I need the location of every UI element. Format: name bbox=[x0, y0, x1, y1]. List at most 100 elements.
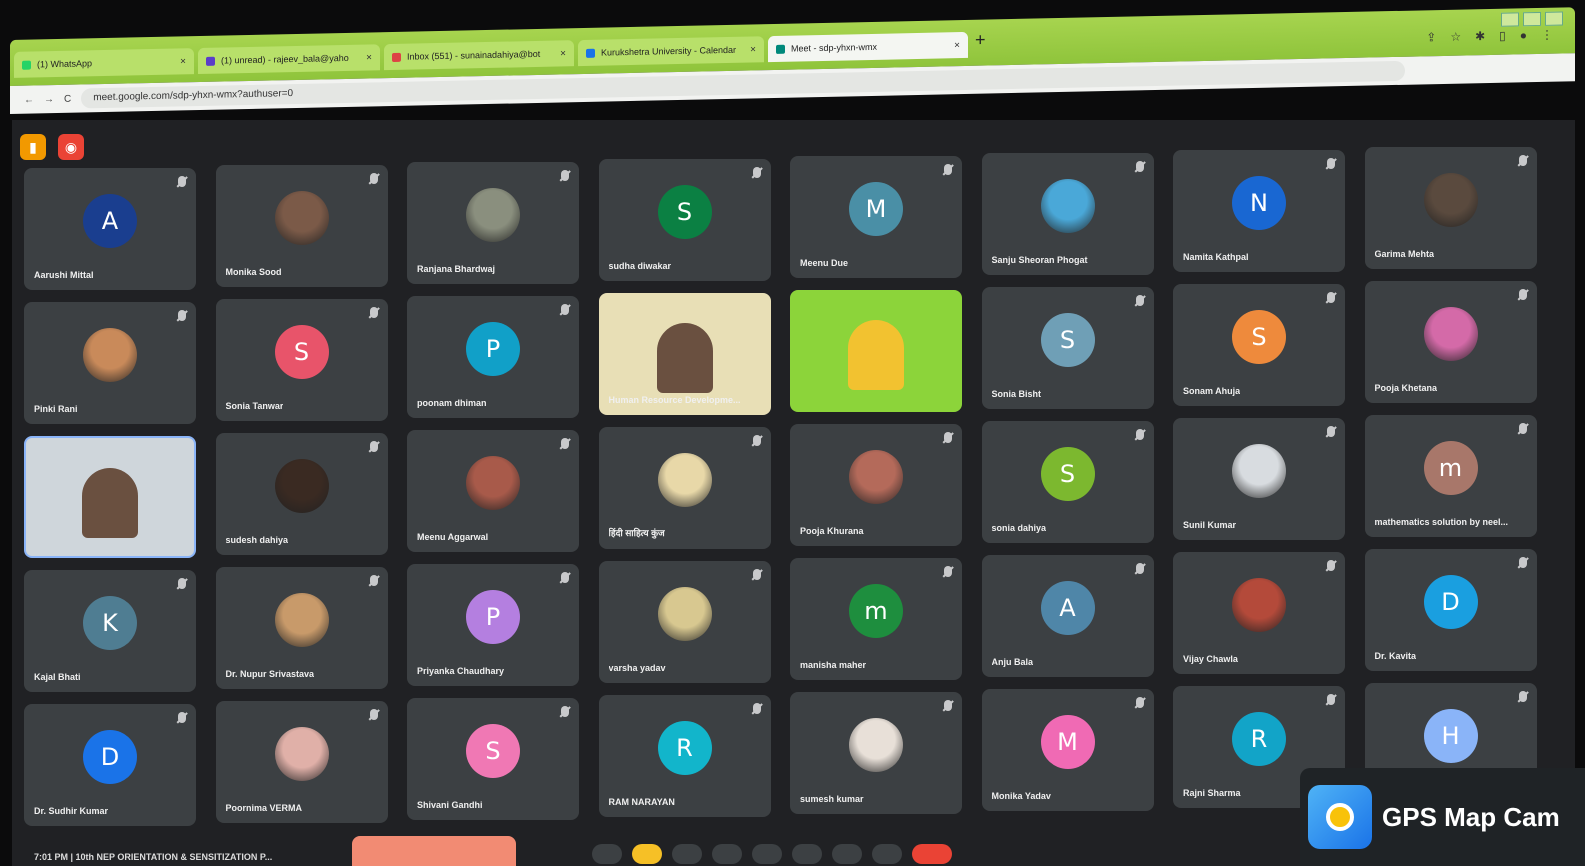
avatar: D bbox=[1423, 575, 1478, 629]
participant-tile[interactable]: Pinki Rani bbox=[24, 302, 196, 424]
participant-tile[interactable]: R RAM NARAYAN bbox=[598, 695, 771, 817]
tab-inbox[interactable]: Inbox (551) - sunainadahiya@bot × bbox=[384, 40, 574, 71]
mic-button[interactable] bbox=[592, 844, 622, 864]
profile-icon[interactable]: ● bbox=[1520, 28, 1527, 42]
participant-tile[interactable]: S Shivani Gandhi bbox=[407, 698, 579, 820]
participant-tile[interactable]: हिंदी साहित्य कुंज bbox=[598, 427, 771, 549]
participant-name: Dr. Nupur Srivastava bbox=[225, 669, 315, 679]
participant-tile[interactable]: m manisha maher bbox=[790, 558, 962, 680]
forward-icon[interactable]: → bbox=[44, 94, 54, 105]
participant-tile[interactable]: M Monika Yadav bbox=[981, 689, 1154, 811]
back-icon[interactable]: ← bbox=[24, 94, 34, 105]
participant-tile[interactable]: D Dr. Sudhir Kumar bbox=[24, 704, 196, 826]
participant-tile[interactable]: Garima Mehta bbox=[1364, 147, 1537, 269]
participant-name: Ranjana Bhardwaj bbox=[417, 264, 496, 274]
more-options-button[interactable] bbox=[832, 844, 862, 864]
participant-tile[interactable]: Sunil Kumar bbox=[1173, 418, 1345, 540]
participant-tile[interactable]: Pooja Khetana bbox=[1364, 281, 1537, 403]
tab-label: Meet - sdp-yhxn-wmx bbox=[791, 41, 878, 54]
minimize-button[interactable] bbox=[1501, 12, 1519, 27]
leave-call-button[interactable] bbox=[912, 844, 952, 864]
whatsapp-icon bbox=[22, 60, 31, 70]
avatar-photo bbox=[1232, 444, 1286, 498]
participant-tile[interactable]: varsha yadav bbox=[598, 561, 771, 683]
participant-tile[interactable]: Meenu Aggarwal bbox=[407, 430, 579, 552]
avatar-photo bbox=[83, 328, 137, 382]
maximize-button[interactable] bbox=[1523, 11, 1541, 27]
watermark-label: GPS Map Cam bbox=[1382, 801, 1560, 832]
participant-tile[interactable]: A Aarushi Mittal bbox=[24, 168, 196, 290]
present-button[interactable] bbox=[752, 844, 782, 864]
tab-mail-yahoo[interactable]: (1) unread) - rajeev_bala@yaho × bbox=[198, 44, 380, 75]
participant-tile[interactable]: S Sonia Tanwar bbox=[215, 299, 388, 421]
avatar-photo bbox=[1423, 173, 1478, 227]
star-icon[interactable]: ☆ bbox=[1450, 30, 1461, 44]
participant-name: Sunil Kumar bbox=[1183, 520, 1237, 530]
recording-icon[interactable]: ◉ bbox=[58, 134, 84, 160]
mic-off-icon bbox=[1135, 563, 1144, 574]
close-icon[interactable]: × bbox=[750, 44, 756, 55]
tab-university[interactable]: Kurukshetra University - Calendar × bbox=[578, 36, 764, 67]
mic-off-icon bbox=[1135, 161, 1144, 172]
close-icon[interactable]: × bbox=[954, 40, 960, 51]
avatar-photo bbox=[466, 188, 520, 242]
mic-off-icon bbox=[561, 170, 569, 181]
new-tab-button[interactable]: + bbox=[975, 30, 986, 51]
participant-tile[interactable]: Vijay Chawla bbox=[1173, 552, 1345, 674]
participant-tile[interactable]: Human Resource Developme... bbox=[598, 293, 771, 415]
avatar-photo bbox=[274, 593, 329, 647]
participant-tile[interactable]: Ssudha diwakar bbox=[598, 159, 771, 281]
emoji-button[interactable] bbox=[712, 844, 742, 864]
participant-name: Sonam Ahuja bbox=[1183, 386, 1241, 396]
participant-name: Namita Kathpal bbox=[1183, 252, 1249, 262]
close-window-button[interactable] bbox=[1545, 11, 1563, 26]
camera-button[interactable] bbox=[632, 844, 662, 864]
participant-tile[interactable]: sumesh kumar bbox=[790, 692, 962, 814]
mic-off-icon bbox=[1327, 694, 1335, 705]
participant-tile[interactable]: Ssonia dahiya bbox=[981, 421, 1154, 543]
participant-tile[interactable]: K Kajal Bhati bbox=[24, 570, 196, 692]
captions-button[interactable] bbox=[672, 844, 702, 864]
avatar: S bbox=[274, 325, 329, 379]
menu-icon[interactable]: ⋮ bbox=[1541, 28, 1553, 42]
avatar-photo bbox=[466, 456, 520, 510]
participant-name: Shivani Gandhi bbox=[417, 800, 483, 810]
inbox-icon bbox=[392, 52, 401, 62]
avatar: m bbox=[1423, 441, 1478, 495]
presentation-banner[interactable] bbox=[352, 836, 516, 866]
participant-tile[interactable] bbox=[790, 290, 962, 412]
participant-tile[interactable]: sudesh dahiya bbox=[215, 433, 388, 555]
participant-tile[interactable]: Sanju Sheoran Phogat bbox=[981, 153, 1154, 275]
participant-tile[interactable]: m mathematics solution by neel... bbox=[1364, 415, 1537, 537]
activities-icon[interactable]: ▮ bbox=[20, 134, 46, 160]
participant-name: Monika Sood bbox=[225, 267, 282, 277]
participant-tile[interactable]: Dr. Nupur Srivastava bbox=[215, 567, 388, 689]
sidepanel-icon[interactable]: ▯ bbox=[1499, 29, 1506, 43]
participant-tile[interactable]: M Meenu Due bbox=[790, 156, 962, 278]
participant-tile[interactable]: N Namita Kathpal bbox=[1173, 150, 1345, 272]
close-icon[interactable]: × bbox=[366, 52, 372, 63]
participant-tile[interactable]: S Sonam Ahuja bbox=[1173, 284, 1345, 406]
close-icon[interactable]: × bbox=[560, 48, 566, 59]
tab-whatsapp[interactable]: (1) WhatsApp × bbox=[14, 48, 194, 78]
tab-meet[interactable]: Meet - sdp-yhxn-wmx × bbox=[768, 31, 968, 63]
participant-tile[interactable]: Ranjana Bhardwaj bbox=[407, 162, 579, 284]
participant-tile[interactable]: A Anju Bala bbox=[981, 555, 1154, 677]
participant-tile[interactable]: S Sonia Bisht bbox=[981, 287, 1154, 409]
participant-name: poonam dhiman bbox=[417, 398, 487, 408]
extensions-icon[interactable]: ✱ bbox=[1475, 29, 1485, 43]
mic-off-icon bbox=[561, 304, 569, 315]
participant-tile[interactable]: D Dr. Kavita bbox=[1364, 549, 1537, 671]
participant-tile[interactable] bbox=[24, 436, 196, 558]
raise-hand-button[interactable] bbox=[792, 844, 822, 864]
participant-tile[interactable]: Pooja Khurana bbox=[790, 424, 962, 546]
participant-tile[interactable]: P Priyanka Chaudhary bbox=[407, 564, 579, 686]
reload-icon[interactable]: C bbox=[64, 93, 71, 104]
close-icon[interactable]: × bbox=[180, 56, 186, 67]
participant-tile[interactable]: Ppoonam dhiman bbox=[407, 296, 579, 418]
participant-tile[interactable]: Monika Sood bbox=[215, 165, 388, 287]
activities-button[interactable] bbox=[872, 844, 902, 864]
share-icon[interactable]: ⇪ bbox=[1426, 30, 1436, 44]
participant-name: Priyanka Chaudhary bbox=[417, 666, 505, 676]
participant-tile[interactable]: Poornima VERMA bbox=[215, 701, 388, 823]
